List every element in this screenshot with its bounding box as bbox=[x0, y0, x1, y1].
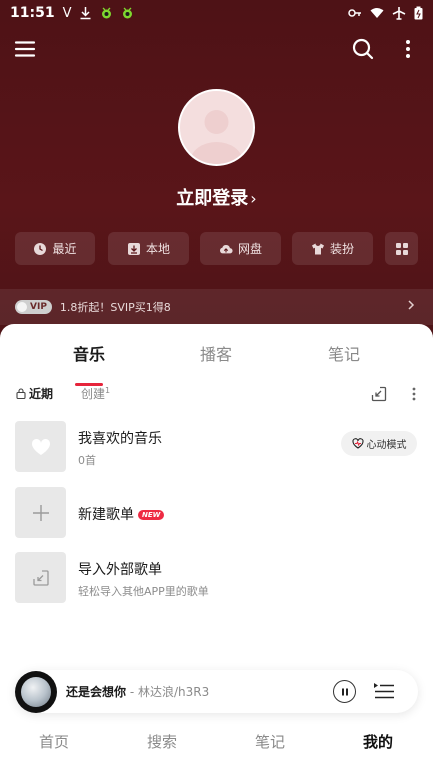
quick-label: 网盘 bbox=[237, 242, 262, 256]
nav-notes[interactable]: 笔记 bbox=[255, 731, 285, 752]
nav-search[interactable]: 搜索 bbox=[147, 731, 177, 752]
bug-app-icon bbox=[121, 6, 134, 20]
lock-icon bbox=[16, 388, 26, 399]
library-tabs: 音乐 播客 笔记 bbox=[0, 341, 433, 386]
album-disc[interactable] bbox=[15, 671, 57, 713]
playlist-cover bbox=[15, 552, 66, 603]
playlist-title: 导入外部歌单 bbox=[78, 562, 162, 578]
more-vertical-icon[interactable] bbox=[408, 385, 420, 403]
tab-music[interactable]: 音乐 bbox=[73, 341, 105, 365]
quick-cloud-button[interactable]: 网盘 bbox=[200, 232, 281, 265]
cloud-icon bbox=[219, 242, 233, 256]
grid-icon bbox=[395, 242, 409, 256]
playlist-item-new[interactable]: 新建歌单 NEW bbox=[0, 487, 433, 539]
filter-recent[interactable]: 近期 bbox=[16, 385, 53, 402]
vip-promo-text: 1.8折起！SVIP买1得8 bbox=[59, 301, 171, 314]
quick-local-button[interactable]: 本地 bbox=[108, 232, 189, 265]
song-artist: 林达浪/h3R3 bbox=[137, 685, 210, 699]
playlist-title: 我喜欢的音乐 bbox=[78, 431, 162, 447]
pause-button[interactable] bbox=[333, 680, 356, 703]
quick-label: 本地 bbox=[145, 242, 170, 256]
battery-icon bbox=[414, 6, 423, 20]
chevron-right-icon bbox=[407, 299, 415, 315]
wifi-icon bbox=[370, 7, 384, 19]
plus-icon bbox=[32, 504, 49, 521]
import-icon bbox=[32, 569, 49, 586]
heart-icon bbox=[31, 438, 50, 455]
vip-badge: VIP bbox=[15, 300, 52, 314]
import-icon[interactable] bbox=[370, 385, 388, 403]
shirt-icon bbox=[311, 242, 325, 256]
quick-dressup-button[interactable]: 装扮 bbox=[292, 232, 373, 265]
bug-app-icon bbox=[100, 6, 113, 20]
create-count: 1 bbox=[105, 386, 111, 395]
playlist-queue-icon[interactable] bbox=[373, 681, 395, 701]
filter-create[interactable]: 创建1 bbox=[81, 385, 110, 402]
login-link[interactable]: 立即登录 › bbox=[0, 184, 433, 210]
playlist-count: 0首 bbox=[78, 454, 96, 467]
clock-icon bbox=[33, 242, 47, 256]
more-vertical-icon[interactable] bbox=[398, 37, 418, 61]
new-badge: NEW bbox=[138, 510, 165, 520]
playlist-item-import[interactable]: 导入外部歌单 轻松导入其他APP里的歌单 bbox=[0, 552, 433, 604]
vip-promo-banner[interactable]: VIP 1.8折起！SVIP买1得8 bbox=[0, 289, 433, 325]
key-icon bbox=[348, 8, 362, 18]
tab-notes[interactable]: 笔记 bbox=[328, 341, 360, 365]
filter-recent-label: 近期 bbox=[29, 387, 54, 401]
search-icon[interactable] bbox=[351, 37, 375, 61]
song-title: 还是会想你 bbox=[66, 685, 127, 699]
heartbeat-mode-button[interactable]: 心动模式 bbox=[341, 431, 417, 456]
playlist-subtitle: 轻松导入其他APP里的歌单 bbox=[78, 585, 209, 598]
song-separator: - bbox=[126, 685, 138, 699]
nav-home[interactable]: 首页 bbox=[39, 731, 69, 752]
tab-podcast[interactable]: 播客 bbox=[200, 341, 232, 365]
v-icon: V bbox=[62, 5, 72, 21]
status-bar: 11:51 V bbox=[0, 0, 433, 26]
bottom-nav: 首页 搜索 笔记 我的 bbox=[0, 728, 433, 768]
quick-label: 最近 bbox=[52, 242, 77, 256]
status-time: 11:51 bbox=[10, 5, 55, 21]
download-status-icon bbox=[79, 6, 92, 20]
nav-mine[interactable]: 我的 bbox=[363, 731, 393, 752]
avatar[interactable] bbox=[178, 89, 255, 166]
login-label: 立即登录 bbox=[176, 188, 249, 209]
pause-icon bbox=[341, 688, 348, 695]
playlist-title: 新建歌单 NEW bbox=[78, 504, 165, 524]
playlist-item-liked[interactable]: 我喜欢的音乐 0首 心动模式 bbox=[0, 421, 433, 473]
airplane-icon bbox=[392, 6, 406, 20]
chevron-right-icon: › bbox=[250, 189, 257, 208]
profile-header: 11:51 V 立即登录 › 最近 本地 网盘 装扮 VIP 1.8折起！SVI… bbox=[0, 0, 433, 340]
playlist-filter-row: 近期 创建1 bbox=[0, 385, 433, 405]
mini-player[interactable]: 还是会想你 - 林达浪/h3R3 bbox=[15, 670, 418, 713]
playlist-cover bbox=[15, 421, 66, 472]
heartbeat-label: 心动模式 bbox=[366, 440, 407, 451]
now-playing-text: 还是会想你 - 林达浪/h3R3 bbox=[66, 683, 209, 700]
quick-recent-button[interactable]: 最近 bbox=[15, 232, 95, 265]
download-icon bbox=[127, 242, 141, 256]
playlist-cover bbox=[15, 487, 66, 538]
heartbeat-icon bbox=[351, 438, 364, 449]
quick-label: 装扮 bbox=[329, 242, 354, 256]
menu-icon[interactable] bbox=[14, 38, 36, 60]
quick-more-button[interactable] bbox=[385, 232, 418, 265]
